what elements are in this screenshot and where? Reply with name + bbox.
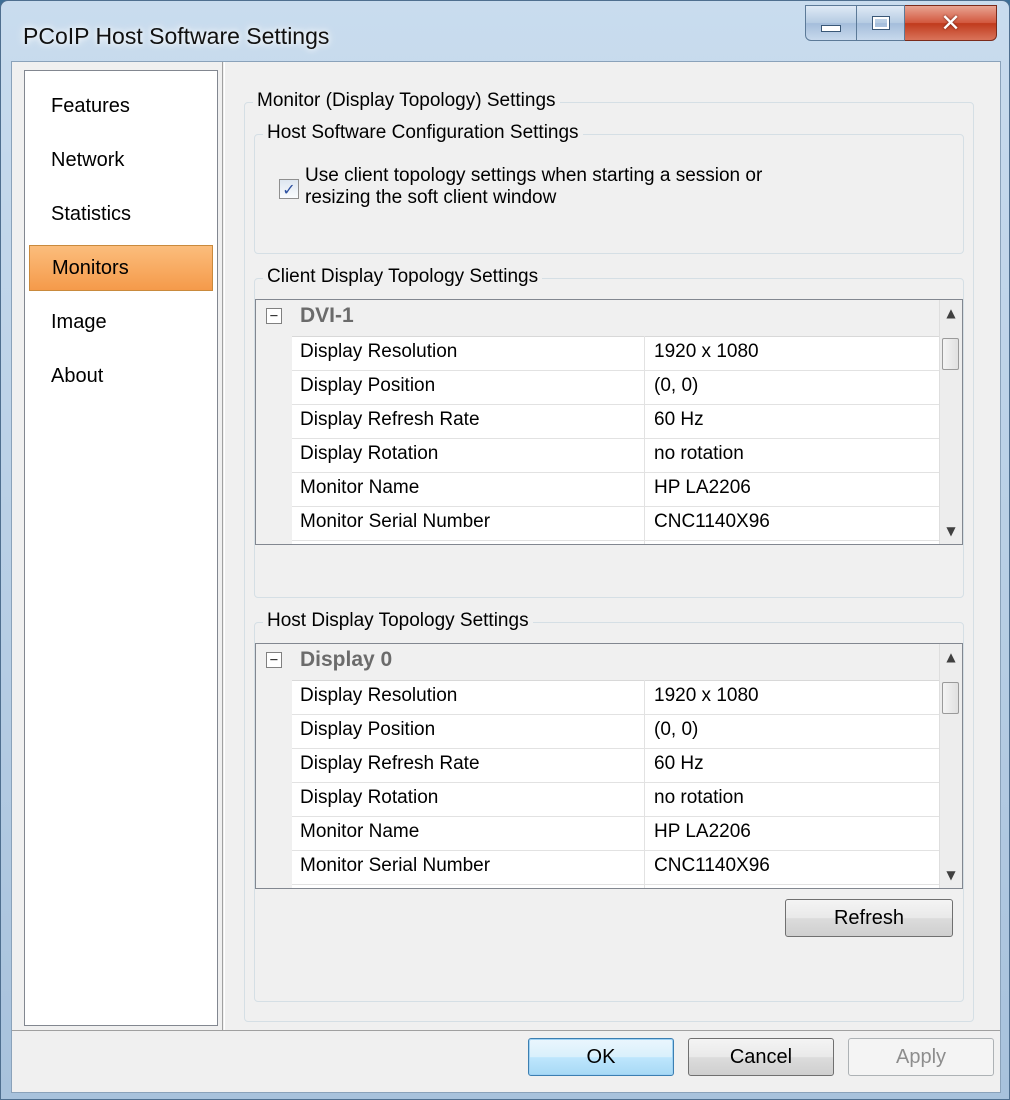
title-bar[interactable]: PCoIP Host Software Settings ✕ <box>1 1 1009 63</box>
client-topology-group: Client Display Topology Settings − DVI-1… <box>254 266 964 598</box>
sidebar: Features Network Statistics Monitors Ima… <box>24 70 218 1026</box>
maximize-button[interactable] <box>857 5 905 41</box>
property-name: Display Rotation <box>300 787 439 808</box>
grid-row[interactable]: Monitor Name HP LA2206 <box>292 816 940 851</box>
grid-row[interactable]: Display Refresh Rate 60 Hz <box>292 404 940 439</box>
host-topology-title: Host Display Topology Settings <box>263 610 533 632</box>
property-name: Display Rotation <box>300 443 439 464</box>
property-value: 1920 x 1080 <box>654 685 759 706</box>
client-area: Features Network Statistics Monitors Ima… <box>11 61 1001 1093</box>
scroll-down-icon[interactable]: ▼ <box>940 520 962 542</box>
property-name: Monitor Name <box>300 477 420 498</box>
property-value: 60 Hz <box>654 753 704 774</box>
collapse-icon[interactable]: − <box>266 652 282 668</box>
property-name: Display Resolution <box>300 685 458 706</box>
property-name: Monitor Serial Number <box>300 855 491 876</box>
grid-category-label: Display 0 <box>300 648 393 671</box>
settings-window: PCoIP Host Software Settings ✕ Features … <box>0 0 1010 1100</box>
sidebar-item-network[interactable]: Network <box>29 137 213 183</box>
close-button[interactable]: ✕ <box>905 5 997 41</box>
cancel-button[interactable]: Cancel <box>688 1038 834 1076</box>
sidebar-item-features[interactable]: Features <box>29 83 213 129</box>
monitor-settings-title: Monitor (Display Topology) Settings <box>253 90 560 112</box>
property-value: no rotation <box>654 787 744 808</box>
sidebar-item-statistics[interactable]: Statistics <box>29 191 213 237</box>
panel-divider <box>222 62 223 1030</box>
grid-row[interactable]: Monitor Name HP LA2206 <box>292 472 940 507</box>
host-topology-grid[interactable]: − Display 0 Display Resolution 1920 x 10… <box>255 643 963 889</box>
property-value: (0, 0) <box>654 719 699 740</box>
client-topology-grid[interactable]: − DVI-1 Display Resolution 1920 x 1080 D… <box>255 299 963 545</box>
grid-row[interactable]: Display Position (0, 0) <box>292 714 940 749</box>
refresh-button[interactable]: Refresh <box>785 899 953 937</box>
maximize-icon <box>871 16 890 30</box>
property-name: Display Resolution <box>300 341 458 362</box>
grid-row[interactable]: Display Rotation no rotation <box>292 782 940 817</box>
grid-row[interactable]: Display Position (0, 0) <box>292 370 940 405</box>
property-name: Monitor Name <box>300 821 420 842</box>
grid-row[interactable]: Display Rotation no rotation <box>292 438 940 473</box>
property-value: CNC1140X96 <box>654 511 770 532</box>
vertical-scrollbar[interactable]: ▲ ▼ <box>939 644 962 888</box>
grid-row[interactable]: Display Resolution 1920 x 1080 <box>292 336 940 371</box>
collapse-icon[interactable]: − <box>266 308 282 324</box>
property-value: CNC1140X96 <box>654 855 770 876</box>
minimize-icon <box>821 24 841 32</box>
property-value: 1920 x 1080 <box>654 341 759 362</box>
grid-row[interactable]: Display Refresh Rate 60 Hz <box>292 748 940 783</box>
grid-margin <box>256 680 292 888</box>
property-value: (0, 0) <box>654 375 699 396</box>
client-topology-title: Client Display Topology Settings <box>263 266 543 288</box>
property-name: Display Position <box>300 375 436 396</box>
scroll-up-icon[interactable]: ▲ <box>940 302 962 324</box>
property-name: Display Refresh Rate <box>300 753 480 774</box>
grid-category-display-0[interactable]: − Display 0 <box>256 644 940 681</box>
property-name: Monitor Serial Number <box>300 511 491 532</box>
close-icon: ✕ <box>940 9 961 37</box>
scroll-thumb[interactable] <box>942 682 959 714</box>
use-client-topology-checkbox[interactable]: ✓ <box>279 179 299 199</box>
caption-buttons: ✕ <box>805 5 997 43</box>
scroll-thumb[interactable] <box>942 338 959 370</box>
use-client-topology-label-line1[interactable]: Use client topology settings when starti… <box>305 165 762 187</box>
property-name: Display Position <box>300 719 436 740</box>
grid-row[interactable]: Display Resolution 1920 x 1080 <box>292 680 940 715</box>
scroll-up-icon[interactable]: ▲ <box>940 646 962 668</box>
grid-category-label: DVI-1 <box>300 304 354 327</box>
grid-row[interactable]: Monitor Serial Number CNC1140X96 <box>292 506 940 541</box>
grid-margin <box>256 336 292 544</box>
sidebar-item-image[interactable]: Image <box>29 299 213 345</box>
footer-divider <box>12 1030 1000 1031</box>
host-topology-group: Host Display Topology Settings − Display… <box>254 610 964 1002</box>
host-config-title: Host Software Configuration Settings <box>263 122 583 144</box>
checkmark-icon: ✓ <box>282 179 296 199</box>
scroll-down-icon[interactable]: ▼ <box>940 864 962 886</box>
window-title: PCoIP Host Software Settings <box>23 23 330 49</box>
property-value: no rotation <box>654 443 744 464</box>
grid-row[interactable]: Monitor Serial Number CNC1140X96 <box>292 850 940 885</box>
sidebar-item-about[interactable]: About <box>29 353 213 399</box>
property-value: 60 Hz <box>654 409 704 430</box>
minimize-button[interactable] <box>805 5 857 41</box>
sidebar-item-monitors[interactable]: Monitors <box>29 245 213 291</box>
property-value: HP LA2206 <box>654 821 751 842</box>
property-name: Display Refresh Rate <box>300 409 480 430</box>
panel-divider-highlight <box>224 62 225 1030</box>
property-value: HP LA2206 <box>654 477 751 498</box>
vertical-scrollbar[interactable]: ▲ ▼ <box>939 300 962 544</box>
apply-button[interactable]: Apply <box>848 1038 994 1076</box>
ok-button[interactable]: OK <box>528 1038 674 1076</box>
use-client-topology-label-line2[interactable]: resizing the soft client window <box>305 187 556 209</box>
grid-category-dvi-1[interactable]: − DVI-1 <box>256 300 940 337</box>
host-config-group: Host Software Configuration Settings ✓ U… <box>254 122 964 254</box>
